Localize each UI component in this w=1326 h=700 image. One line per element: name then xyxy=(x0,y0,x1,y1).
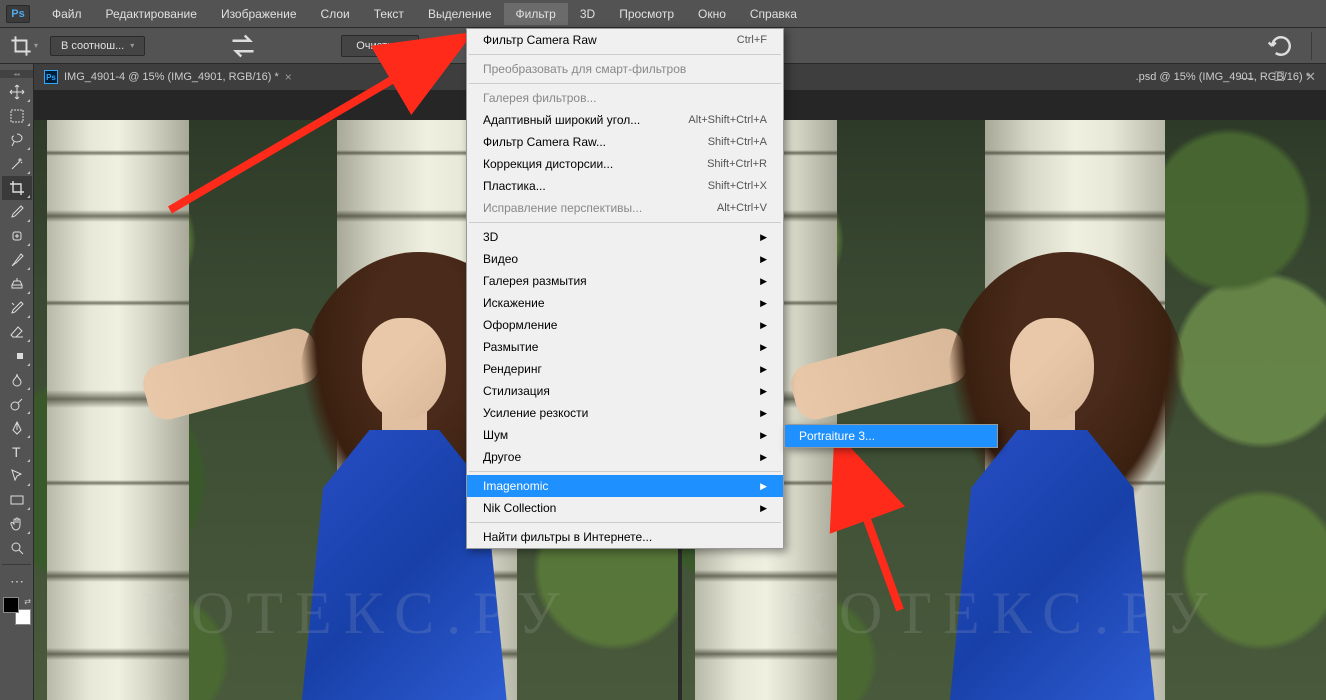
menu-текст[interactable]: Текст xyxy=(362,3,416,25)
filter-menu-item[interactable]: Шум▶ xyxy=(467,424,783,446)
filter-menu-item[interactable]: Видео▶ xyxy=(467,248,783,270)
panel-grip[interactable]: ◂◂ xyxy=(0,70,33,78)
crop-tool-icon: ▾ xyxy=(10,32,38,60)
healing-brush-tool[interactable] xyxy=(2,224,32,248)
filter-menu-item[interactable]: Рендеринг▶ xyxy=(467,358,783,380)
submenu-arrow-icon: ▶ xyxy=(760,232,767,243)
filter-menu-item[interactable]: Фильтр Camera RawCtrl+F xyxy=(467,29,783,51)
eyedropper-tool[interactable] xyxy=(2,200,32,224)
history-brush-tool[interactable] xyxy=(2,296,32,320)
application-menubar: Ps ФайлРедактированиеИзображениеСлоиТекс… xyxy=(0,0,1326,28)
maximize-icon[interactable]: ☐ xyxy=(1273,69,1285,85)
clone-stamp-tool[interactable] xyxy=(2,272,32,296)
menu-separator xyxy=(469,471,781,472)
minimize-icon[interactable]: — xyxy=(1240,70,1253,85)
tools-panel: ◂◂ T ⋯ ⇄ xyxy=(0,64,34,700)
submenu-arrow-icon: ▶ xyxy=(760,254,767,265)
pen-tool[interactable] xyxy=(2,416,32,440)
submenu-arrow-icon: ▶ xyxy=(760,276,767,287)
edit-toolbar[interactable]: ⋯ xyxy=(2,569,32,593)
filter-menu-item[interactable]: Размытие▶ xyxy=(467,336,783,358)
filter-menu-item[interactable]: Галерея размытия▶ xyxy=(467,270,783,292)
dodge-tool[interactable] xyxy=(2,392,32,416)
lasso-tool[interactable] xyxy=(2,128,32,152)
filter-menu-item[interactable]: Фильтр Camera Raw...Shift+Ctrl+A xyxy=(467,131,783,153)
filter-menu-item[interactable]: Оформление▶ xyxy=(467,314,783,336)
aspect-ratio-label: В соотнош... xyxy=(61,40,124,52)
menu-выделение[interactable]: Выделение xyxy=(416,3,504,25)
filter-menu-item[interactable]: Пластика...Shift+Ctrl+X xyxy=(467,175,783,197)
submenu-arrow-icon: ▶ xyxy=(760,320,767,331)
filter-menu-item[interactable]: Искажение▶ xyxy=(467,292,783,314)
magic-wand-tool[interactable] xyxy=(2,152,32,176)
filter-menu-dropdown: Фильтр Camera RawCtrl+F Преобразовать для… xyxy=(466,28,784,549)
filter-menu-item[interactable]: 3D▶ xyxy=(467,226,783,248)
submenu-arrow-icon: ▶ xyxy=(760,452,767,463)
filter-menu-item: Преобразовать для смарт-фильтров xyxy=(467,58,783,80)
submenu-arrow-icon: ▶ xyxy=(760,408,767,419)
eraser-tool[interactable] xyxy=(2,320,32,344)
annotation-arrow xyxy=(820,440,940,625)
psd-file-icon: Ps xyxy=(44,70,58,84)
gradient-tool[interactable] xyxy=(2,344,32,368)
submenu-arrow-icon: ▶ xyxy=(760,481,767,492)
filter-menu-item[interactable]: Коррекция дисторсии...Shift+Ctrl+R xyxy=(467,153,783,175)
filter-menu-item[interactable]: Усиление резкости▶ xyxy=(467,402,783,424)
filter-menu-item: Исправление перспективы...Alt+Ctrl+V xyxy=(467,197,783,219)
annotation-arrow xyxy=(160,40,480,225)
path-selection-tool[interactable] xyxy=(2,464,32,488)
type-tool[interactable]: T xyxy=(2,440,32,464)
watermark-text: КОТЕКС.РУ xyxy=(98,579,613,648)
undo-history-icon[interactable] xyxy=(1267,32,1295,60)
filter-menu-item[interactable]: Адаптивный широкий угол...Alt+Shift+Ctrl… xyxy=(467,109,783,131)
submenu-arrow-icon: ▶ xyxy=(760,503,767,514)
menu-separator xyxy=(469,83,781,84)
menu-3d[interactable]: 3D xyxy=(568,3,607,25)
close-window-icon[interactable]: ✕ xyxy=(1305,69,1316,85)
imagenomic-submenu: Portraiture 3... xyxy=(784,424,998,448)
submenu-arrow-icon: ▶ xyxy=(760,298,767,309)
menu-слои[interactable]: Слои xyxy=(309,3,362,25)
aspect-ratio-dropdown[interactable]: В соотнош... ▾ xyxy=(50,36,145,56)
svg-text:T: T xyxy=(12,444,21,460)
filter-menu-item[interactable]: Другое▶ xyxy=(467,446,783,468)
menu-фильтр[interactable]: Фильтр xyxy=(504,3,568,25)
photoshop-logo: Ps xyxy=(6,5,30,23)
filter-menu-item: Галерея фильтров... xyxy=(467,87,783,109)
menu-separator xyxy=(469,222,781,223)
filter-menu-item[interactable]: Imagenomic▶ xyxy=(467,475,783,497)
filter-menu-item[interactable]: Nik Collection▶ xyxy=(467,497,783,519)
menu-separator xyxy=(469,54,781,55)
filter-menu-item[interactable]: Стилизация▶ xyxy=(467,380,783,402)
move-tool[interactable] xyxy=(2,80,32,104)
submenu-item[interactable]: Portraiture 3... xyxy=(785,425,997,447)
rectangle-tool[interactable] xyxy=(2,488,32,512)
submenu-arrow-icon: ▶ xyxy=(760,364,767,375)
blur-tool[interactable] xyxy=(2,368,32,392)
menu-редактирование[interactable]: Редактирование xyxy=(94,3,209,25)
submenu-arrow-icon: ▶ xyxy=(760,430,767,441)
zoom-tool[interactable] xyxy=(2,536,32,560)
foreground-background-colors[interactable]: ⇄ xyxy=(3,597,31,625)
submenu-arrow-icon: ▶ xyxy=(760,386,767,397)
menu-изображение[interactable]: Изображение xyxy=(209,3,309,25)
hand-tool[interactable] xyxy=(2,512,32,536)
menu-separator xyxy=(469,522,781,523)
marquee-tool[interactable] xyxy=(2,104,32,128)
menu-окно[interactable]: Окно xyxy=(686,3,738,25)
brush-tool[interactable] xyxy=(2,248,32,272)
filter-menu-item[interactable]: Найти фильтры в Интернете... xyxy=(467,526,783,548)
submenu-arrow-icon: ▶ xyxy=(760,342,767,353)
menu-справка[interactable]: Справка xyxy=(738,3,809,25)
menu-просмотр[interactable]: Просмотр xyxy=(607,3,686,25)
crop-tool[interactable] xyxy=(2,176,32,200)
menu-файл[interactable]: Файл xyxy=(40,3,94,25)
